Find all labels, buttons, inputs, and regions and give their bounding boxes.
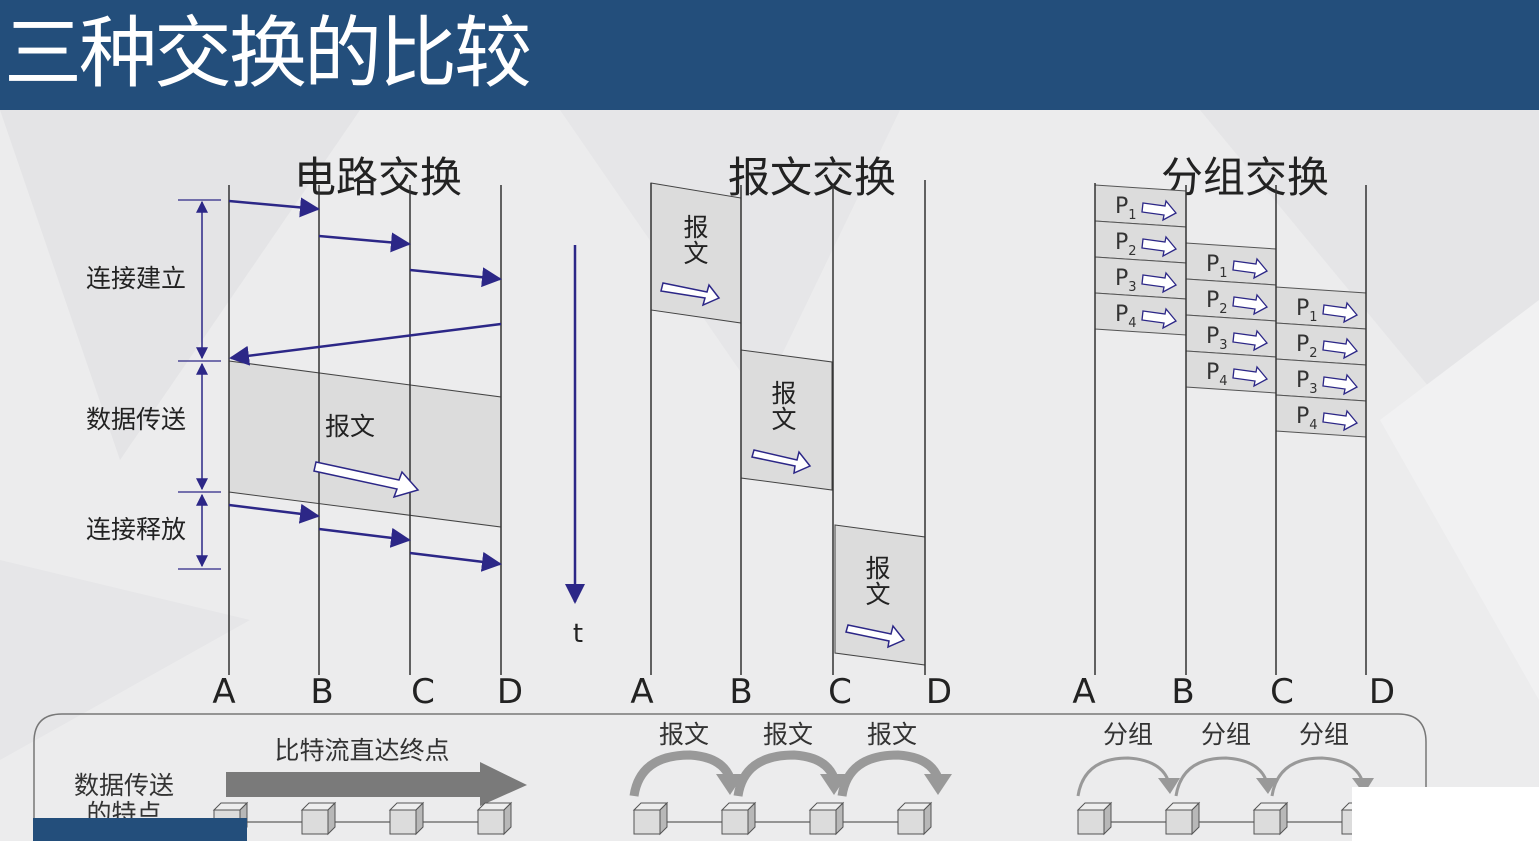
packet-block: P4: [1185, 350, 1277, 394]
packet-hop-arrow-3-icon: [1270, 756, 1364, 797]
phase-label-release: 连接释放: [86, 515, 186, 544]
node-box-icon: [720, 801, 757, 836]
node-box-icons: [212, 801, 1377, 836]
time-axis-label: t: [573, 619, 583, 649]
message-switching-diagram: 报文交换 报 文 报 文 报 文 A B C D: [630, 153, 952, 712]
release-arrow-cd: [409, 551, 502, 572]
circuit-node-b: B: [310, 672, 333, 712]
message-caption-3: 报文: [867, 720, 917, 749]
node-box-icon: [476, 801, 513, 836]
message-node-a: A: [630, 672, 653, 712]
circuit-node-a: A: [212, 672, 235, 712]
time-axis: t: [565, 245, 585, 649]
circuit-message-block: [228, 360, 502, 528]
message-block3-label-top: 报: [865, 554, 890, 583]
packet-node-a: A: [1072, 672, 1095, 712]
packet-node-b: B: [1171, 672, 1194, 712]
setup-reply-arrow: [229, 322, 502, 366]
circuit-caption: 比特流直达终点: [274, 736, 449, 765]
message-heading: 报文交换: [728, 153, 896, 202]
packet-block: P4: [1275, 394, 1367, 438]
packet-block: P2: [1094, 220, 1187, 264]
message-hop-arrow-3-icon: [837, 750, 943, 797]
node-box-icon: [1076, 801, 1113, 836]
node-box-icon: [300, 801, 337, 836]
circuit-switching-diagram: 电路交换 连接建立 数据传送 连接释放 报文 A B C D: [86, 153, 523, 712]
packet-block: P2: [1275, 322, 1367, 366]
packet-block: P4: [1094, 292, 1187, 336]
packet-block: P3: [1094, 256, 1187, 300]
comparison-diagram: 电路交换 连接建立 数据传送 连接释放 报文 A B C D t 报文交换 报 …: [33, 153, 1427, 841]
packet-switching-diagram: 分组交换 P1P2P3P4P1P2P3P4P1P2P3P4 A B C D: [1072, 153, 1395, 712]
node-box-icon: [1164, 801, 1201, 836]
packet-caption-3: 分组: [1299, 720, 1349, 749]
node-box-icon: [388, 801, 425, 836]
message-node-c: C: [828, 672, 852, 712]
message-hop-arrow-2-icon: [733, 750, 839, 797]
phase-label-transfer: 数据传送: [86, 405, 186, 434]
packet-node-d: D: [1369, 672, 1395, 712]
message-caption-2: 报文: [763, 720, 813, 749]
packet-block: P1: [1094, 184, 1187, 228]
packet-block: P3: [1275, 358, 1367, 402]
bottom-right-overlay: [1352, 787, 1539, 841]
packet-block: P2: [1185, 278, 1277, 322]
setup-arrow-bc: [318, 232, 411, 253]
setup-arrow-cd: [409, 267, 502, 288]
circuit-node-d: D: [497, 672, 523, 712]
message-node-b: B: [729, 672, 752, 712]
bitstream-arrow-icon: [226, 762, 527, 806]
node-box-icon: [808, 801, 845, 836]
circuit-node-c: C: [411, 672, 435, 712]
node-box-icon: [1252, 801, 1289, 836]
row-label-line1: 数据传送: [74, 771, 174, 800]
message-block1-label-top: 报: [683, 213, 708, 242]
circuit-message-label: 报文: [325, 412, 375, 441]
packet-hop-arrow-2-icon: [1174, 756, 1268, 797]
packet-node-c: C: [1270, 672, 1294, 712]
message-block1-label-bottom: 文: [683, 239, 708, 268]
packet-hop-arrow-1-icon: [1076, 756, 1170, 797]
message-caption-1: 报文: [659, 720, 709, 749]
packet-block: P3: [1185, 314, 1277, 358]
bottom-left-bar: [33, 818, 247, 841]
message-node-d: D: [926, 672, 952, 712]
message-block2-label-top: 报: [771, 379, 796, 408]
release-arrow-ab: [228, 503, 320, 524]
message-block2-label-bottom: 文: [771, 405, 796, 434]
message-hop-arrow-1-icon: [629, 750, 735, 797]
phase-label-setup: 连接建立: [86, 264, 186, 293]
node-box-icon: [632, 801, 669, 836]
setup-arrow-ab: [228, 197, 320, 218]
release-arrow-bc: [318, 527, 411, 548]
message-block3-label-bottom: 文: [865, 580, 890, 609]
packet-block: P1: [1185, 242, 1277, 286]
packet-block: P1: [1275, 286, 1367, 330]
packet-caption-1: 分组: [1103, 720, 1153, 749]
packet-blocks: P1P2P3P4P1P2P3P4P1P2P3P4: [1094, 184, 1367, 438]
packet-caption-2: 分组: [1201, 720, 1251, 749]
node-box-icon: [896, 801, 933, 836]
